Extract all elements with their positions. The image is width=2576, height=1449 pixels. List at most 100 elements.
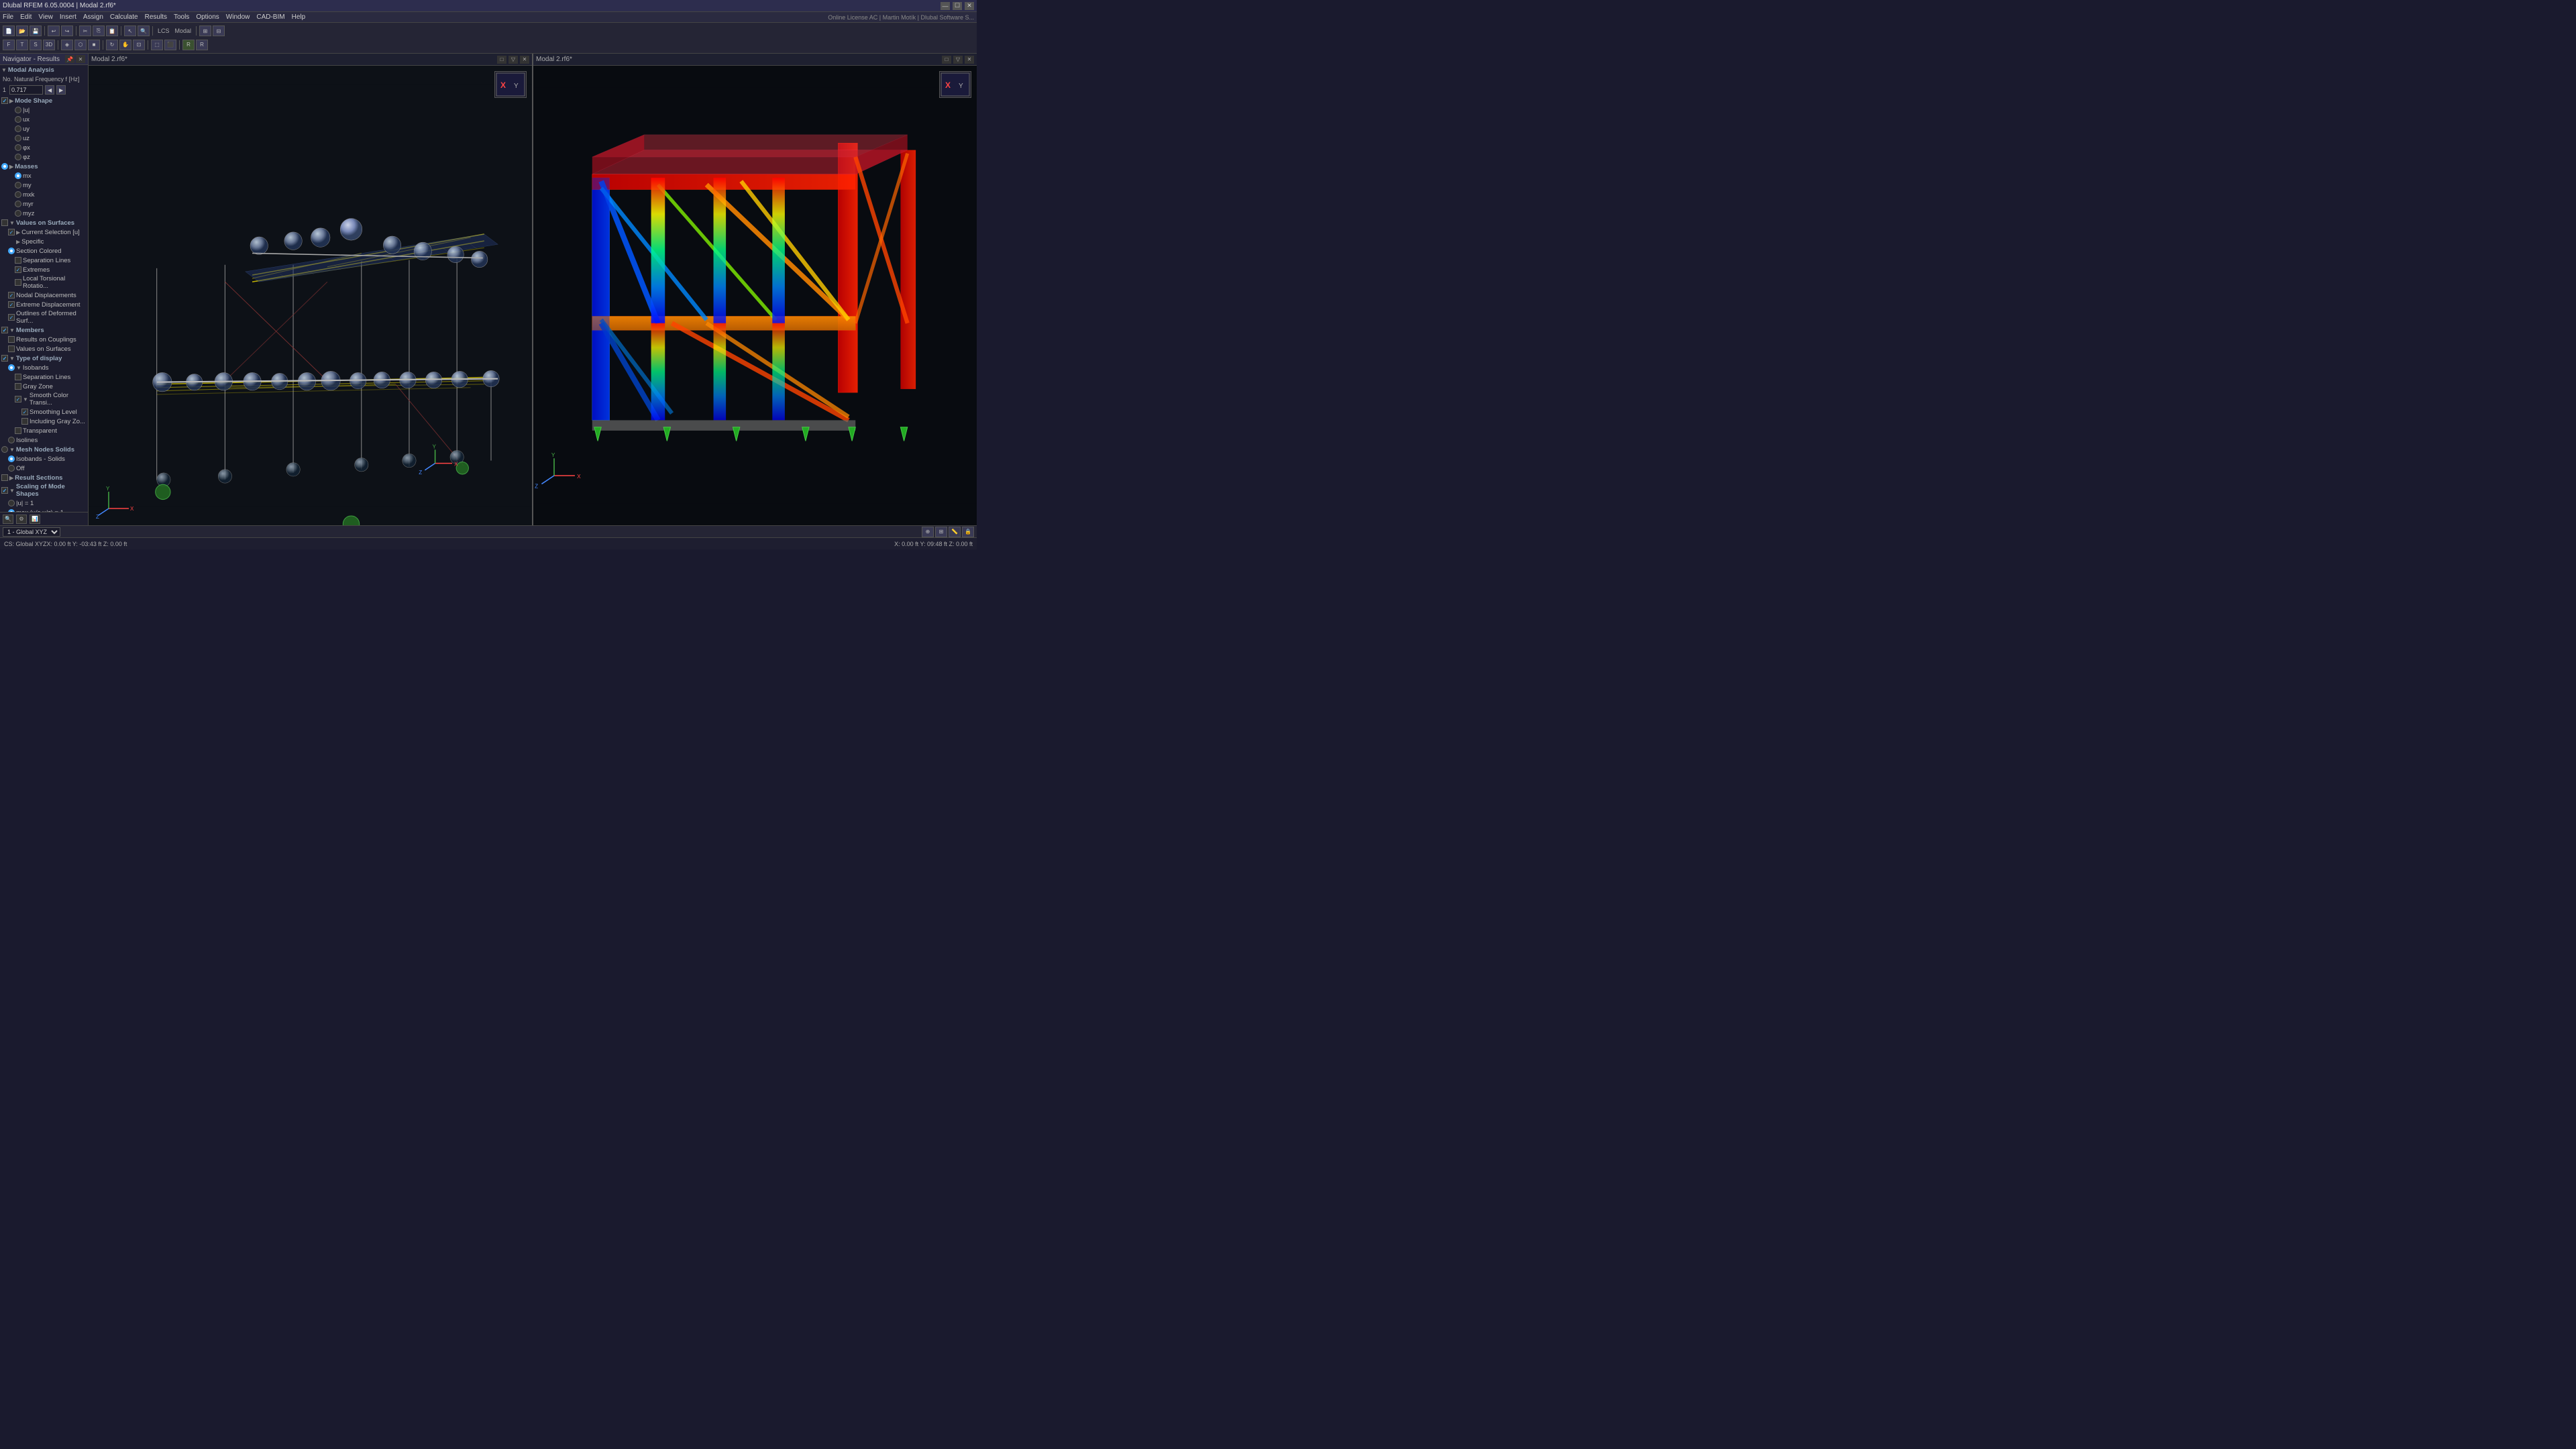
nav-mass-my[interactable]: my [0, 180, 88, 190]
scaling-checkbox[interactable] [1, 487, 8, 494]
values-surfaces-checkbox[interactable] [1, 219, 8, 226]
nav-mode-uz[interactable]: uz [0, 133, 88, 143]
off-radio[interactable] [8, 465, 15, 472]
orientation-cube-right[interactable]: X Y [939, 71, 971, 98]
sep-lines-1-checkbox[interactable] [15, 257, 21, 264]
nav-bottom-btn-2[interactable]: ⚙ [16, 515, 27, 524]
menu-insert[interactable]: Insert [60, 13, 76, 21]
tb-front[interactable]: F [3, 40, 15, 50]
nav-mode-uy[interactable]: uy [0, 124, 88, 133]
nav-mass-mxk[interactable]: mxk [0, 190, 88, 199]
menu-assign[interactable]: Assign [83, 13, 103, 21]
tb-select-all[interactable]: ⬚ [151, 40, 163, 50]
nav-outlines-deformed[interactable]: Outlines of Deformed Surf... [0, 309, 88, 325]
isolines-radio[interactable] [8, 437, 15, 443]
tb-paste[interactable]: 📋 [106, 25, 118, 36]
smoothing-level-checkbox[interactable] [21, 409, 28, 415]
menu-cad-bim[interactable]: CAD-BIM [256, 13, 284, 21]
bt-lock-btn[interactable]: 🔒 [962, 527, 974, 537]
nav-gray-zone[interactable]: Gray Zone [0, 382, 88, 391]
scale-u1-radio[interactable] [8, 500, 15, 506]
menu-results[interactable]: Results [145, 13, 167, 21]
vp-right-close[interactable]: ✕ [965, 56, 974, 64]
current-sel-checkbox[interactable] [8, 229, 15, 235]
nodal-disp-checkbox[interactable] [8, 292, 15, 299]
nav-mode-phix[interactable]: φx [0, 143, 88, 152]
nav-modal-analysis[interactable]: ▼ Modal Analysis [0, 65, 88, 74]
nav-values-surfaces[interactable]: ▼ Values on Surfaces [0, 218, 88, 227]
tb-render[interactable]: ◈ [61, 40, 73, 50]
myz-radio[interactable] [15, 210, 21, 217]
tb-view2[interactable]: ⊟ [213, 25, 225, 36]
nav-transparent[interactable]: Transparent [0, 426, 88, 435]
bt-measure-btn[interactable]: 📏 [949, 527, 961, 537]
smooth-color-checkbox[interactable] [15, 396, 21, 402]
mode-phix-radio[interactable] [15, 144, 21, 151]
outlines-checkbox[interactable] [8, 314, 15, 321]
bt-grid-btn[interactable]: ⊞ [935, 527, 947, 537]
menu-file[interactable]: File [3, 13, 13, 21]
nav-masses-section[interactable]: ▶ Masses [0, 162, 88, 171]
nav-smoothing-level[interactable]: Smoothing Level [0, 407, 88, 417]
coordinate-system-select[interactable]: 1 - Global XYZ [3, 527, 60, 537]
tb-pan[interactable]: ✋ [119, 40, 131, 50]
mode-ux-radio[interactable] [15, 116, 21, 123]
mode-phiz-radio[interactable] [15, 154, 21, 160]
nav-section-colored[interactable]: Section Colored [0, 246, 88, 256]
tb-3d[interactable]: 3D [43, 40, 55, 50]
section-colored-radio[interactable] [8, 248, 15, 254]
tb-new[interactable]: 📄 [3, 25, 15, 36]
menu-help[interactable]: Help [292, 13, 306, 21]
tb-side[interactable]: S [30, 40, 42, 50]
nav-mass-mx[interactable]: mx [0, 171, 88, 180]
maximize-button[interactable]: ☐ [953, 2, 962, 10]
nav-isobands[interactable]: ▼ Isobands [0, 363, 88, 372]
tb-redo[interactable]: ↪ [61, 25, 73, 36]
nav-isobands-solids[interactable]: Isobands - Solids [0, 454, 88, 464]
local-tors-checkbox[interactable] [15, 279, 21, 286]
gray-zone-checkbox[interactable] [15, 383, 21, 390]
isobands-radio[interactable] [8, 364, 15, 371]
result-sections-checkbox[interactable] [1, 474, 8, 481]
tb-deselect[interactable]: ⬛ [164, 40, 176, 50]
vp-right-restore[interactable]: □ [942, 56, 951, 64]
viewport-left-controls[interactable]: □ ▽ ✕ [497, 56, 529, 64]
freq-prev-button[interactable]: ◀ [45, 85, 54, 95]
nav-values-surfaces-2[interactable]: Values on Surfaces [0, 344, 88, 354]
nav-mode-ux[interactable]: ux [0, 115, 88, 124]
extreme-disp-checkbox[interactable] [8, 301, 15, 308]
nav-including-gray-zone[interactable]: Including Gray Zo... [0, 417, 88, 426]
tb-rotate[interactable]: ↻ [106, 40, 118, 50]
masses-radio[interactable] [1, 163, 8, 170]
frequency-input[interactable] [9, 85, 43, 95]
nav-current-selection[interactable]: ▶ Current Selection [u] [0, 227, 88, 237]
mode-uy-radio[interactable] [15, 125, 21, 132]
nav-mode-phiz[interactable]: φz [0, 152, 88, 162]
freq-next-button[interactable]: ▶ [56, 85, 66, 95]
vp-left-restore[interactable]: □ [497, 56, 506, 64]
nav-result-sections[interactable]: ▶ Result Sections [0, 473, 88, 482]
nav-bottom-btn-3[interactable]: 📊 [30, 515, 40, 524]
tb-top[interactable]: T [16, 40, 28, 50]
nav-mode-shape-section[interactable]: ▶ Mode Shape [0, 96, 88, 105]
tb-cut[interactable]: ✂ [79, 25, 91, 36]
nav-mesh-nodes-section[interactable]: ▼ Mesh Nodes Solids [0, 445, 88, 454]
extremes-checkbox[interactable] [15, 266, 21, 273]
nav-type-display[interactable]: ▼ Type of display [0, 354, 88, 363]
type-display-checkbox[interactable] [1, 355, 8, 362]
scene-left[interactable]: X Y [89, 66, 532, 525]
mx-radio[interactable] [15, 172, 21, 179]
tb-zoom[interactable]: 🔍 [138, 25, 150, 36]
tb-copy[interactable]: ⎘ [93, 25, 105, 36]
menu-calculate[interactable]: Calculate [110, 13, 138, 21]
my-radio[interactable] [15, 182, 21, 189]
mode-shape-checkbox[interactable] [1, 97, 8, 104]
menu-tools[interactable]: Tools [174, 13, 189, 21]
mesh-nodes-radio[interactable] [1, 446, 8, 453]
orientation-cube-left[interactable]: X Y [494, 71, 527, 98]
values-surf-2-checkbox[interactable] [8, 345, 15, 352]
tb-solid[interactable]: ■ [88, 40, 100, 50]
tb-wireframe[interactable]: ⬡ [74, 40, 87, 50]
mode-u-abs-radio[interactable] [15, 107, 21, 113]
nav-specific[interactable]: ▶ Specific [0, 237, 88, 246]
